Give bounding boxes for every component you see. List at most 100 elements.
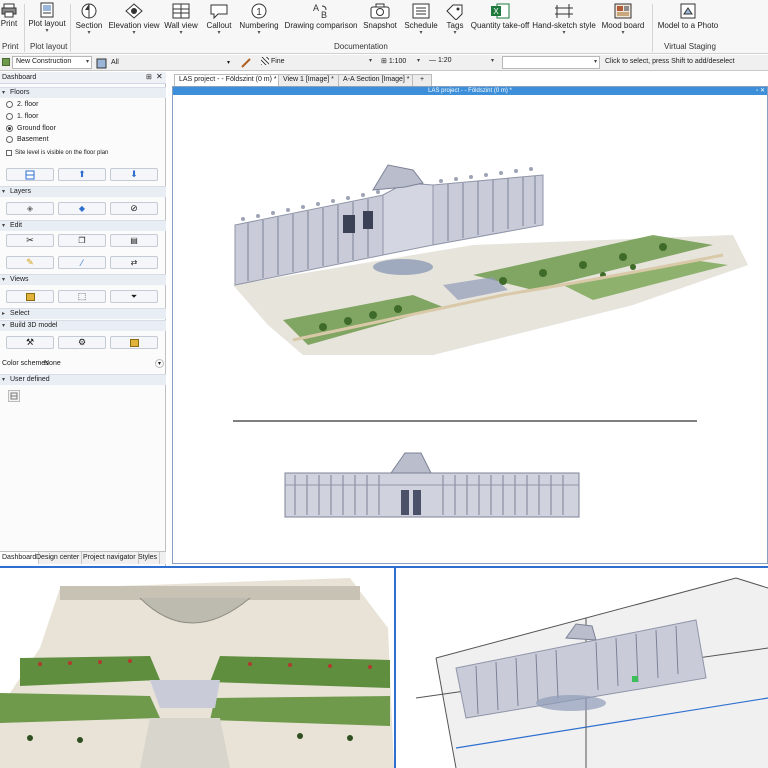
- view-button-3[interactable]: ⏷: [110, 290, 158, 303]
- schedule-button[interactable]: Schedule ▾: [404, 0, 438, 42]
- bounding-box-view[interactable]: [396, 566, 768, 768]
- floor-label: 1. floor: [17, 113, 39, 120]
- drawing-comparison-button[interactable]: AB Drawing comparison: [285, 0, 358, 42]
- color-schemes-value[interactable]: None: [44, 360, 61, 367]
- view-button-2[interactable]: ⬚: [58, 290, 106, 303]
- copy-button[interactable]: ❐: [58, 234, 106, 247]
- pin-icon[interactable]: ⊞: [146, 73, 152, 81]
- floor-down-button[interactable]: ⬇: [110, 168, 158, 181]
- print-button[interactable]: Print: [0, 0, 18, 42]
- floor-up-button[interactable]: ⬆: [58, 168, 106, 181]
- transfer-button[interactable]: ⇄: [110, 256, 158, 269]
- site-level-checkbox[interactable]: Site level is visible on the floor plan: [6, 150, 108, 156]
- pencil-icon[interactable]: [240, 57, 252, 71]
- format-painter-button[interactable]: ✎: [6, 256, 54, 269]
- mood-board-button[interactable]: Mood board ▾: [600, 0, 646, 42]
- construction-dropdown[interactable]: New Construction ▾: [12, 56, 92, 69]
- hand-sketch-icon: [555, 4, 573, 18]
- chevron-down-icon: ▾: [226, 60, 230, 66]
- chevron-down-icon: ▾: [217, 30, 221, 36]
- chevron-down-icon: ▾: [2, 323, 6, 329]
- chevron-down-icon: ▾: [2, 189, 6, 195]
- build-button-3[interactable]: [110, 336, 158, 349]
- svg-text:A: A: [313, 3, 319, 13]
- detail-level-dropdown[interactable]: Fine ▾: [258, 56, 374, 69]
- tab-section[interactable]: A-A Section [Image] *: [338, 74, 415, 86]
- close-icon[interactable]: ✕: [156, 72, 163, 81]
- cut-button[interactable]: ✂: [6, 234, 54, 247]
- tab-styles[interactable]: Styles: [136, 552, 161, 564]
- elevation-view-button[interactable]: Elevation view ▾: [108, 0, 160, 42]
- model-to-photo-icon: [680, 3, 696, 19]
- chevron-down-icon[interactable]: ▾: [155, 359, 164, 368]
- floor-settings-button[interactable]: [6, 168, 54, 181]
- floor-radio-basement[interactable]: Basement: [6, 136, 49, 143]
- user-defined-section-header[interactable]: ▾ User defined: [0, 374, 166, 385]
- tab-view-1[interactable]: View 1 [Image] *: [278, 74, 339, 86]
- elevation-drawing: [284, 452, 580, 518]
- model-to-photo-button[interactable]: Model to a Photo: [656, 0, 720, 42]
- views-section-header[interactable]: ▾ Views: [0, 274, 166, 285]
- section-button[interactable]: Section ▾: [74, 0, 104, 42]
- tags-button[interactable]: Tags ▾: [442, 0, 468, 42]
- ribbon-separator: [652, 4, 653, 52]
- window-controls-icon[interactable]: ▫ ✕: [756, 87, 765, 95]
- radio-icon: [6, 113, 13, 120]
- dashboard-panel: Dashboard ⊞ ✕ ▾ Floors 2. floor 1. floor …: [0, 72, 166, 566]
- top-down-view[interactable]: [0, 566, 396, 768]
- paste-button[interactable]: ▤: [110, 234, 158, 247]
- layer-filter-dropdown[interactable]: All ▾: [96, 56, 232, 69]
- snapshot-button[interactable]: Snapshot: [362, 0, 398, 42]
- scale-value: 1:100: [388, 58, 407, 65]
- ribbon-separator: [24, 4, 25, 52]
- layer-button-3[interactable]: ⊘: [110, 202, 158, 215]
- floor-settings-icon: [25, 170, 35, 179]
- scale-icon: ⊞: [381, 58, 389, 65]
- chevron-down-icon: ▾: [179, 30, 183, 36]
- hand-sketch-style-button[interactable]: Hand-sketch style ▾: [532, 0, 596, 42]
- section-icon: [81, 3, 97, 19]
- layer-button-2[interactable]: ◆: [58, 202, 106, 215]
- edit-section-header[interactable]: ▾ Edit: [0, 220, 166, 231]
- chevron-down-icon: ▾: [562, 30, 566, 36]
- select-section-header[interactable]: ▸ Select: [0, 308, 166, 319]
- layer-button-1[interactable]: ◈: [6, 202, 54, 215]
- new-tab-button[interactable]: +: [412, 74, 432, 86]
- ribbon: Print Plot layout ▾ Section ▾ Elevation …: [0, 0, 768, 54]
- layers-icon: [96, 58, 107, 68]
- arrow-up-icon: ⬆: [78, 169, 86, 179]
- schedule-icon: [412, 3, 430, 19]
- scale-dropdown[interactable]: ⊞ 1:100 ▾: [378, 56, 422, 69]
- cube-icon: ◆: [78, 204, 86, 213]
- plot-layout-icon: [40, 2, 54, 18]
- layers-section-header[interactable]: ▾ Layers: [0, 186, 166, 197]
- floor-radio-2[interactable]: 2. floor: [6, 101, 38, 108]
- quantity-take-off-button[interactable]: X Quantity take-off: [471, 0, 529, 42]
- chevron-down-icon: ▾: [2, 377, 6, 383]
- floor-radio-ground[interactable]: Ground floor: [6, 125, 56, 132]
- numbering-button[interactable]: 1 Numbering ▾: [238, 0, 280, 42]
- construction-value: New Construction: [16, 58, 72, 65]
- floor-radio-1[interactable]: 1. floor: [6, 113, 38, 120]
- chevron-down-icon: ▾: [2, 277, 6, 283]
- tab-floor-plan[interactable]: LAS project - - Földszint (0 m) *: [174, 74, 282, 86]
- chevron-down-icon: ▾: [593, 59, 597, 65]
- build-button-2[interactable]: ⚙: [58, 336, 106, 349]
- selection-filter-input[interactable]: ▾: [502, 56, 600, 69]
- floors-section-header[interactable]: ▾ Floors: [0, 87, 166, 98]
- user-defined-button[interactable]: [8, 390, 20, 402]
- tab-design-center[interactable]: Design center: [34, 552, 83, 564]
- plot-layout-button[interactable]: Plot layout ▾: [28, 0, 66, 42]
- view-button-1[interactable]: [6, 290, 54, 303]
- dashboard-header: Dashboard ⊞ ✕: [0, 72, 166, 84]
- floor-label: Basement: [17, 136, 49, 143]
- callout-button[interactable]: Callout ▾: [204, 0, 234, 42]
- build-3d-section-header[interactable]: ▾ Build 3D model: [0, 320, 166, 331]
- eyedropper-button[interactable]: ⁄: [58, 256, 106, 269]
- build-button-1[interactable]: ⚒: [6, 336, 54, 349]
- tab-project-navigator[interactable]: Project navigator: [81, 552, 139, 564]
- wall-view-button[interactable]: Wall view ▾: [164, 0, 198, 42]
- snapshot-label: Snapshot: [363, 21, 397, 30]
- line-scale-dropdown[interactable]: — 1:20 ▾: [426, 56, 496, 69]
- floor-plan-viewport[interactable]: LAS project - - Földszint (0 m) * ▫ ✕: [172, 86, 768, 564]
